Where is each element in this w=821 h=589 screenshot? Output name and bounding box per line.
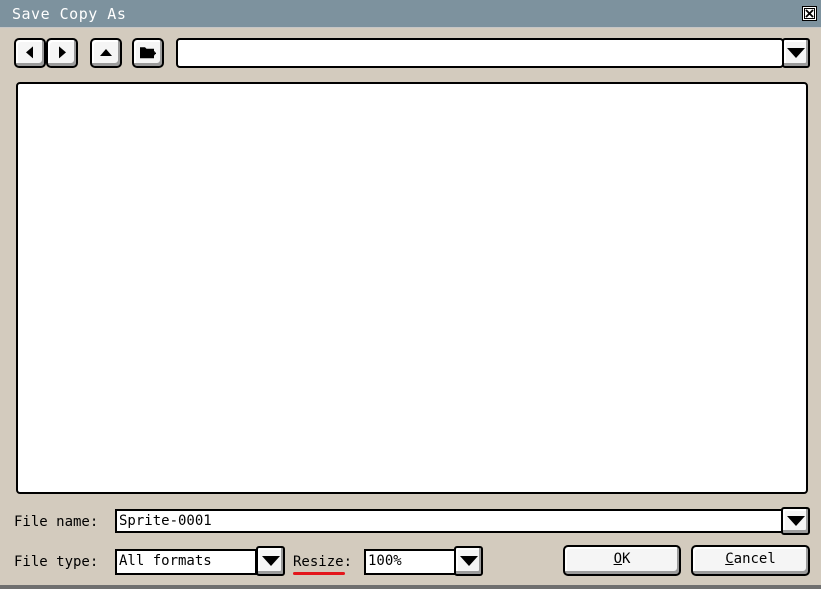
- arrow-up-icon: [100, 49, 112, 57]
- cancel-button-label: Cancel: [725, 551, 776, 567]
- window-bottom-edge: [0, 585, 821, 589]
- file-type-label: File type:: [14, 554, 99, 570]
- resize-label-underline: [293, 572, 345, 575]
- close-icon: [805, 9, 814, 18]
- file-type-dropdown-button[interactable]: [256, 546, 285, 576]
- resize-label: Resize:: [293, 554, 353, 570]
- save-copy-as-dialog: Save Copy As File name: Sprite-0001 File…: [0, 0, 821, 589]
- location-field[interactable]: [176, 38, 784, 68]
- chevron-down-icon: [459, 556, 478, 566]
- file-type-value: All formats: [119, 553, 212, 569]
- file-name-input[interactable]: Sprite-0001: [115, 509, 785, 533]
- file-name-dropdown-button[interactable]: [781, 507, 810, 535]
- location-dropdown-button[interactable]: [782, 38, 810, 68]
- cancel-button[interactable]: Cancel: [691, 545, 810, 576]
- new-folder-icon: [140, 47, 156, 59]
- window-title: Save Copy As: [12, 5, 127, 23]
- ok-button-label: OK: [613, 551, 631, 567]
- chevron-down-icon: [787, 48, 805, 58]
- ok-button[interactable]: OK: [563, 545, 681, 576]
- arrow-right-icon: [59, 46, 66, 59]
- chevron-down-icon: [786, 516, 805, 526]
- title-bar[interactable]: Save Copy As: [0, 0, 821, 28]
- file-name-value: Sprite-0001: [119, 513, 212, 529]
- forward-button[interactable]: [46, 38, 78, 68]
- back-button[interactable]: [14, 38, 46, 68]
- resize-dropdown-button[interactable]: [454, 546, 483, 576]
- close-button[interactable]: [802, 6, 817, 21]
- chevron-down-icon: [261, 556, 280, 566]
- go-up-button[interactable]: [90, 38, 122, 68]
- arrow-left-icon: [26, 46, 33, 59]
- new-folder-button[interactable]: [132, 38, 164, 68]
- file-name-label: File name:: [14, 514, 99, 530]
- resize-select[interactable]: 100%: [364, 549, 456, 575]
- file-type-select[interactable]: All formats: [115, 549, 257, 575]
- file-list[interactable]: [16, 82, 808, 494]
- resize-value: 100%: [368, 553, 402, 569]
